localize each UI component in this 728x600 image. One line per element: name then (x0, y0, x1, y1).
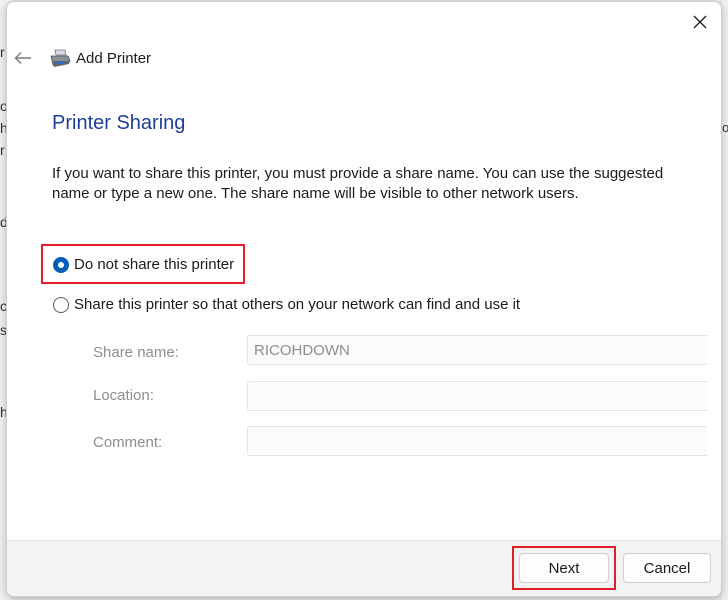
radio-do-not-share[interactable]: Do not share this printer (53, 256, 234, 273)
page-description: If you want to share this printer, you m… (52, 165, 664, 202)
cancel-button[interactable]: Cancel (623, 553, 711, 583)
radio-share-printer-label: Share this printer so that others on you… (74, 296, 521, 313)
window-title: Add Printer (76, 50, 152, 67)
comment-input[interactable] (247, 426, 707, 456)
dialog-footer: Next Cancel (7, 540, 721, 596)
close-icon (693, 15, 707, 29)
radio-unchecked-icon[interactable] (53, 296, 69, 313)
add-printer-dialog: Add Printer Printer Sharing If you want … (6, 1, 722, 597)
location-input[interactable] (247, 381, 707, 411)
radio-checked-icon[interactable] (53, 256, 69, 273)
back-arrow-icon (14, 52, 31, 64)
radio-do-not-share-label: Do not share this printer (74, 256, 235, 273)
location-label: Location: (93, 387, 154, 404)
wizard-header: Add Printer (7, 42, 721, 78)
printer-icon (50, 49, 71, 67)
page-heading: Printer Sharing (52, 112, 186, 134)
background-window-right: o (722, 0, 728, 600)
share-name-input[interactable] (247, 335, 707, 365)
radio-share-printer[interactable]: Share this printer so that others on you… (53, 296, 520, 313)
next-button[interactable]: Next (519, 553, 609, 583)
close-button[interactable] (685, 8, 715, 36)
comment-label: Comment: (93, 434, 163, 451)
share-name-label: Share name: (93, 344, 179, 361)
back-button[interactable] (11, 46, 35, 70)
